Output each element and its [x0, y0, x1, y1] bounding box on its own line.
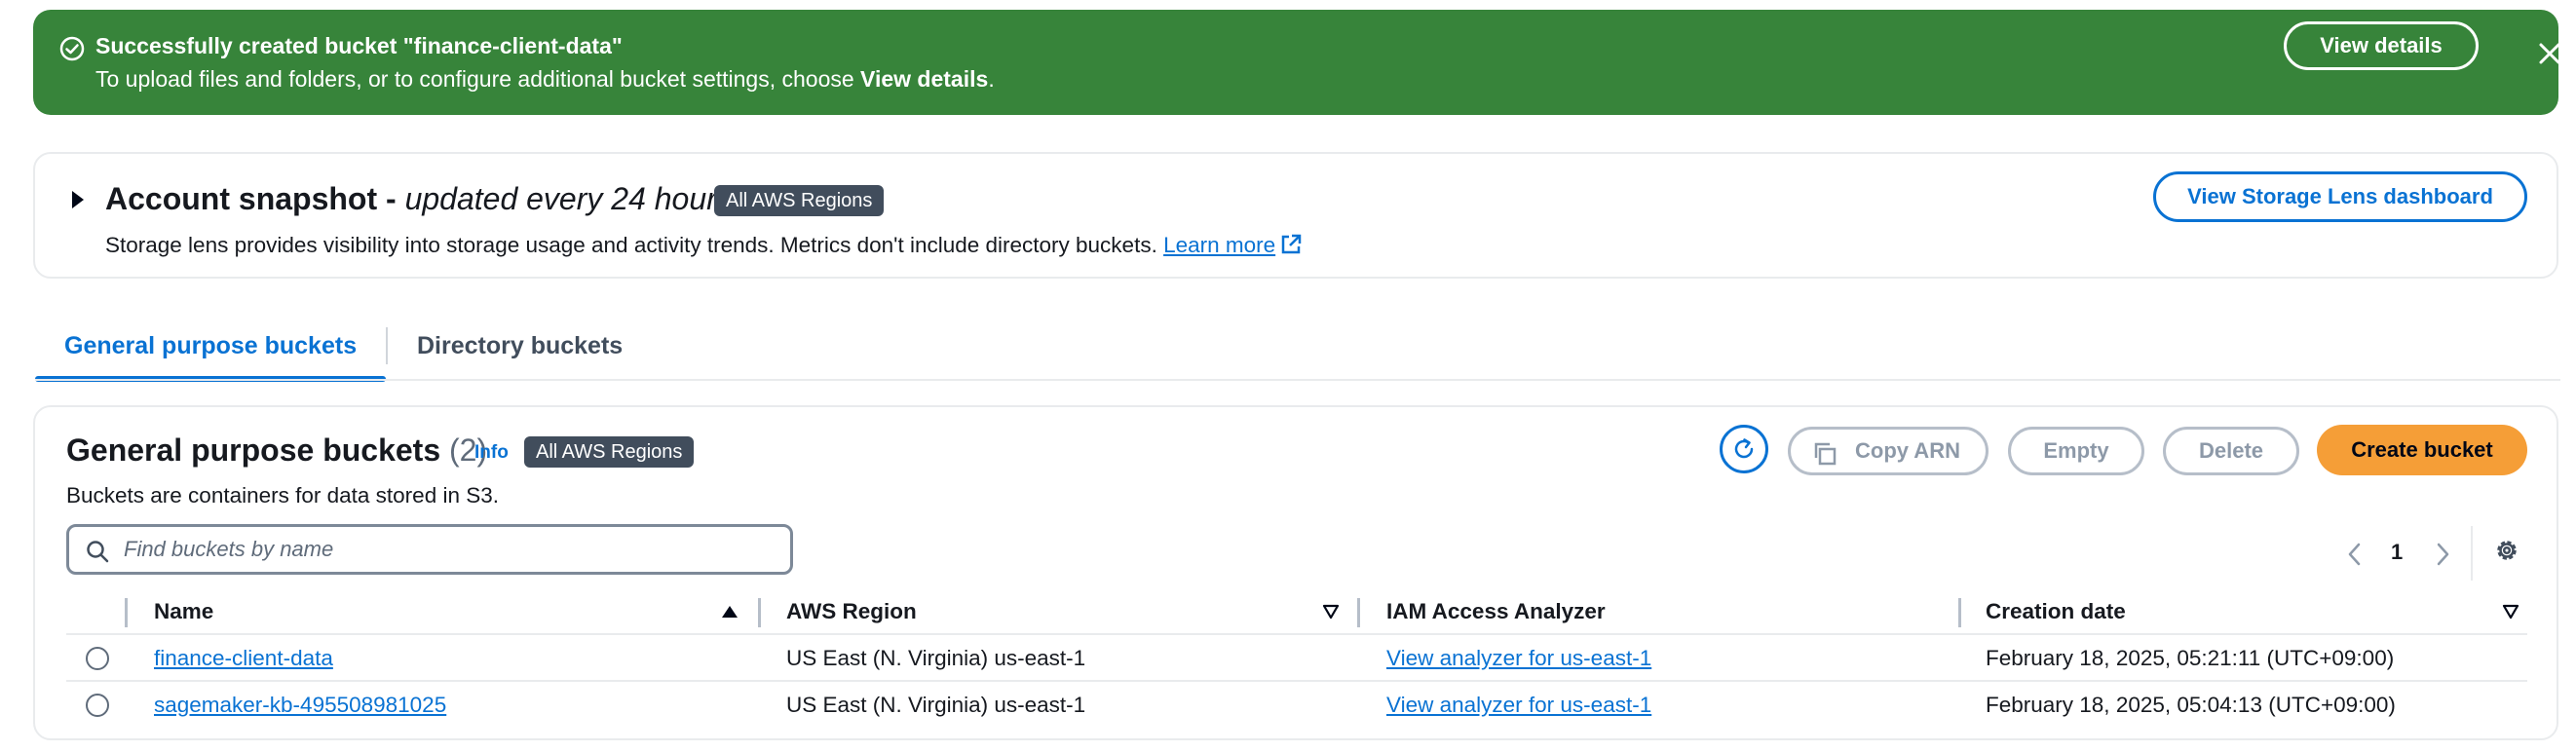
- view-analyzer-link[interactable]: View analyzer for us-east-1: [1386, 635, 1651, 682]
- info-link[interactable]: Info: [474, 442, 509, 464]
- buckets-panel: General purpose buckets (2) Info All AWS…: [33, 405, 2558, 740]
- flash-message-bold: View details: [860, 66, 989, 92]
- column-resizer[interactable]: [1357, 598, 1360, 627]
- gear-icon[interactable]: [2492, 536, 2521, 565]
- bucket-region: US East (N. Virginia) us-east-1: [786, 646, 1086, 670]
- regions-badge: All AWS Regions: [714, 185, 885, 216]
- success-check-icon: [59, 36, 85, 61]
- snapshot-description-text: Storage lens provides visibility into st…: [105, 233, 1164, 257]
- snapshot-title-italic: updated every 24 hours: [404, 181, 733, 216]
- flash-message-suffix: .: [988, 66, 995, 92]
- bucket-creation-date: February 18, 2025, 05:21:11 (UTC+09:00): [1986, 646, 2395, 670]
- copy-icon: [1814, 442, 1837, 466]
- flash-title: Successfully created bucket "finance-cli…: [95, 33, 623, 58]
- view-storage-lens-button[interactable]: View Storage Lens dashboard: [2153, 171, 2527, 222]
- row-select-radio[interactable]: [86, 694, 109, 717]
- external-link-icon[interactable]: [1279, 233, 1303, 256]
- account-snapshot-panel: Account snapshot - updated every 24 hour…: [33, 152, 2558, 279]
- bucket-name-link[interactable]: sagemaker-kb-495508981025: [154, 682, 446, 729]
- view-analyzer-link[interactable]: View analyzer for us-east-1: [1386, 682, 1651, 729]
- refresh-button[interactable]: [1720, 425, 1768, 473]
- create-bucket-button[interactable]: Create bucket: [2317, 425, 2527, 475]
- tab-general-purpose-buckets[interactable]: General purpose buckets: [35, 314, 386, 378]
- column-header-creation-date[interactable]: Creation date: [1986, 590, 2126, 633]
- bucket-creation-date: February 18, 2025, 05:04:13 (UTC+09:00): [1986, 693, 2396, 717]
- tabs-baseline: [35, 379, 2560, 381]
- copy-arn-label: Copy ARN: [1855, 438, 1960, 463]
- panel-title-text: General purpose buckets: [66, 432, 441, 468]
- search-input[interactable]: [124, 527, 777, 572]
- search-icon: [87, 541, 109, 563]
- snapshot-title-bold: Account snapshot -: [105, 181, 405, 216]
- learn-more-link[interactable]: Learn more: [1163, 233, 1275, 257]
- chevron-left-icon[interactable]: [2344, 542, 2366, 567]
- success-flash-banner: Successfully created bucket "finance-cli…: [33, 10, 2560, 115]
- panel-title: General purpose buckets (2): [66, 431, 487, 470]
- page-number[interactable]: 1: [2391, 538, 2403, 567]
- table-row[interactable]: sagemaker-kb-495508981025 US East (N. Vi…: [66, 682, 2527, 729]
- table-row[interactable]: finance-client-data US East (N. Virginia…: [66, 635, 2527, 682]
- column-header-region[interactable]: AWS Region: [786, 590, 917, 633]
- snapshot-title: Account snapshot - updated every 24 hour…: [105, 179, 733, 218]
- empty-button[interactable]: Empty: [2008, 427, 2144, 475]
- regions-badge: All AWS Regions: [524, 436, 695, 468]
- row-select-radio[interactable]: [86, 647, 109, 670]
- delete-button[interactable]: Delete: [2163, 427, 2299, 475]
- sort-icon[interactable]: [2502, 604, 2519, 620]
- flash-message-text: To upload files and folders, or to confi…: [95, 66, 861, 92]
- column-header-iam-access-analyzer: IAM Access Analyzer: [1386, 599, 1606, 623]
- sort-ascending-icon[interactable]: [721, 604, 739, 620]
- table-header: Name AWS Region IAM Access Analyzer Crea…: [66, 590, 2527, 635]
- tab-directory-buckets[interactable]: Directory buckets: [388, 314, 680, 378]
- bucket-type-tabs: General purpose buckets Directory bucket…: [35, 314, 2560, 382]
- expand-caret-icon[interactable]: [68, 187, 88, 212]
- flash-message: To upload files and folders, or to confi…: [95, 63, 995, 94]
- column-resizer[interactable]: [1958, 598, 1961, 627]
- panel-description: Buckets are containers for data stored i…: [66, 483, 499, 508]
- column-separator: [125, 598, 128, 627]
- view-details-button[interactable]: View details: [2284, 21, 2479, 70]
- chevron-right-icon[interactable]: [2432, 542, 2453, 567]
- column-resizer[interactable]: [758, 598, 761, 627]
- buckets-table: Name AWS Region IAM Access Analyzer Crea…: [66, 590, 2527, 729]
- sort-icon[interactable]: [1322, 604, 1340, 620]
- copy-arn-button[interactable]: Copy ARN: [1788, 427, 1989, 475]
- column-header-name[interactable]: Name: [154, 590, 213, 633]
- close-icon[interactable]: [2537, 41, 2562, 66]
- pager-divider: [2471, 526, 2473, 581]
- search-field: [66, 524, 793, 575]
- snapshot-description: Storage lens provides visibility into st…: [105, 230, 1303, 261]
- bucket-region: US East (N. Virginia) us-east-1: [786, 693, 1086, 717]
- refresh-icon: [1734, 438, 1754, 459]
- bucket-name-link[interactable]: finance-client-data: [154, 635, 333, 682]
